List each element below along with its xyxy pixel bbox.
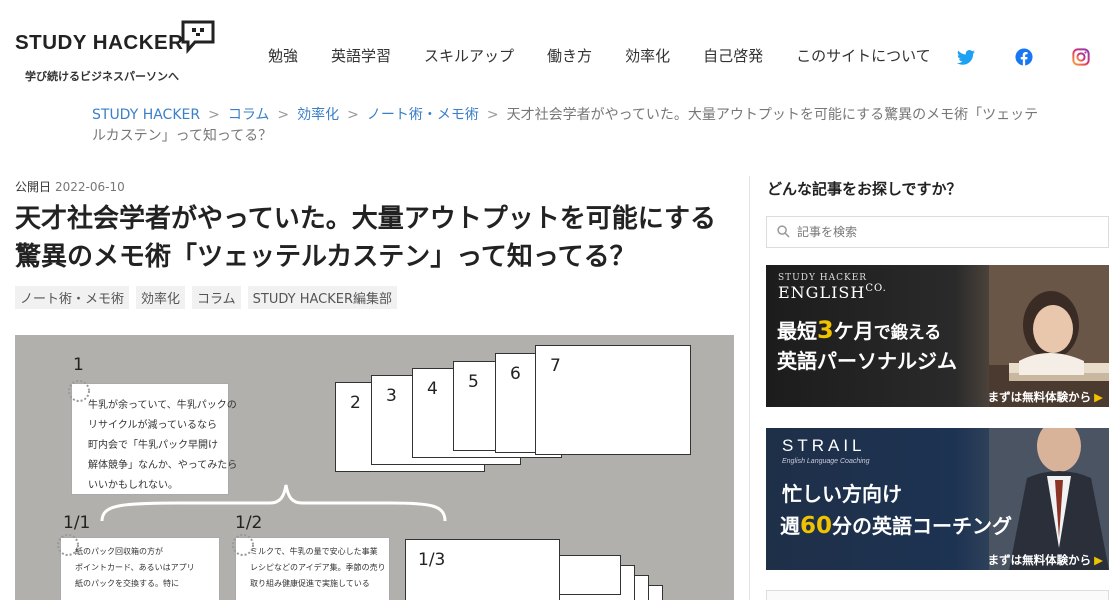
person-photo xyxy=(989,265,1109,407)
breadcrumb-column[interactable]: コラム xyxy=(228,107,270,123)
next-banner[interactable] xyxy=(766,590,1109,600)
breadcrumb-separator: > xyxy=(486,107,499,123)
site-tagline: 学び続けるビジネスパーソンへ xyxy=(25,70,179,83)
breadcrumb-note-method[interactable]: ノート術・メモ術 xyxy=(367,107,479,123)
tag-editorial[interactable]: STUDY HACKER編集部 xyxy=(247,286,398,309)
column-divider xyxy=(749,176,750,600)
nav-item-about[interactable]: このサイトについて xyxy=(796,45,931,66)
publish-date-value: 2022-06-10 xyxy=(55,180,125,194)
sidebar-search-title: どんな記事をお探しですか？ xyxy=(767,180,962,198)
hero-image: 2 3 4 5 6 7 1 牛乳が余っていて、牛乳パックの リサイクルが減ってい… xyxy=(15,335,734,600)
strail-banner[interactable]: STRAIL English Language Coaching 忙しい方向け … xyxy=(766,428,1109,570)
main-nav: 勉強 英語学習 スキルアップ 働き方 効率化 自己啓発 このサイトについて xyxy=(268,45,964,66)
search-input[interactable] xyxy=(797,217,1097,247)
play-arrow-icon: ▶ xyxy=(1094,553,1103,567)
breadcrumb-separator: > xyxy=(277,107,290,123)
article-tags: ノート術・メモ術 効率化 コラム STUDY HACKER編集部 xyxy=(15,286,404,309)
card-number: 3 xyxy=(386,386,397,406)
main-note-card: 牛乳が余っていて、牛乳パックの リサイクルが減っているなら 町内会で「牛乳パック… xyxy=(68,380,237,495)
facebook-icon xyxy=(1015,48,1033,66)
nav-item-work[interactable]: 働き方 xyxy=(547,45,592,66)
sidebar-search-box xyxy=(766,216,1109,248)
banner-subheadline: 英語パーソナルジム xyxy=(777,349,957,373)
handwritten-note: ミルクで、牛乳の量で安心した事業 レシピなどのアイデア集。季節の売り 取り組み健… xyxy=(250,547,386,588)
banner-cta: まずは無料体験から ▶ xyxy=(987,553,1103,567)
twitter-link[interactable] xyxy=(956,47,976,67)
tag-efficiency[interactable]: 効率化 xyxy=(136,286,186,309)
card-number: 4 xyxy=(427,379,438,399)
breadcrumb-separator: > xyxy=(347,107,359,123)
person-photo xyxy=(989,428,1109,570)
search-icon xyxy=(777,225,790,238)
breadcrumb-efficiency[interactable]: 効率化 xyxy=(297,107,339,123)
handwritten-note: 牛乳が余っていて、牛乳パックの リサイクルが減っているなら 町内会で「牛乳パック… xyxy=(88,400,238,491)
nav-item-self-development[interactable]: 自己啓発 xyxy=(703,45,763,66)
banner-cta: まずは無料体験から ▶ xyxy=(987,390,1103,404)
label-1-2: 1/2 xyxy=(235,513,263,533)
card-number: 6 xyxy=(510,364,521,384)
nav-item-study[interactable]: 勉強 xyxy=(268,45,298,66)
nav-item-skillup[interactable]: スキルアップ xyxy=(424,45,514,66)
facebook-link[interactable] xyxy=(1014,47,1034,67)
card-number: 2 xyxy=(350,393,361,413)
sub-note-card: ミルクで、牛乳の量で安心した事業 レシピなどのアイデア集。季節の売り 取り組み健… xyxy=(232,534,390,600)
breadcrumb-separator: > xyxy=(208,107,220,123)
english-company-banner[interactable]: STUDY HACKER ENGLISHCO. 最短3ケ月で鍛える 英語パーソナ… xyxy=(766,265,1109,407)
instagram-link[interactable] xyxy=(1071,47,1091,67)
handwritten-note: 紙のパック回収箱の方が ポイントカード、あるいはアプリ 紙のパックを交換する。特… xyxy=(75,547,195,588)
instagram-icon xyxy=(1072,48,1090,66)
brace-icon xyxy=(100,484,447,522)
play-arrow-icon: ▶ xyxy=(1094,390,1103,404)
banner-headline: 忙しい方向け xyxy=(782,482,902,506)
speech-bubble-icon xyxy=(181,20,215,54)
breadcrumb: STUDY HACKER > コラム > 効率化 > ノート術・メモ術 > 天才社会学者がやって… xyxy=(92,105,1042,147)
label-1-1: 1/1 xyxy=(63,513,91,533)
card-number: 7 xyxy=(550,356,561,376)
banner-brand: STRAIL xyxy=(782,436,866,455)
logo-text: STUDY HACKER xyxy=(15,31,184,54)
nav-item-efficiency[interactable]: 効率化 xyxy=(625,45,670,66)
tag-note-method[interactable]: ノート術・メモ術 xyxy=(15,286,130,309)
banner-small-brand: STUDY HACKER xyxy=(778,273,868,283)
publish-date-label: 公開日 xyxy=(15,180,52,194)
tag-column[interactable]: コラム xyxy=(192,286,241,309)
article-title: 天才社会学者がやっていた。大量アウトプットを可能にする驚異のメモ術「ツェッテルカ… xyxy=(15,204,716,272)
publish-date: 公開日 2022-06-10 xyxy=(15,178,125,195)
twitter-icon xyxy=(957,49,975,65)
banner-headline: 最短3ケ月で鍛える xyxy=(777,316,942,344)
label-1: 1 xyxy=(73,355,84,375)
nav-item-english[interactable]: 英語学習 xyxy=(331,45,391,66)
banner-brand: ENGLISHCO. xyxy=(778,283,887,302)
sub-note-card: 紙のパック回収箱の方が ポイントカード、あるいはアプリ 紙のパックを交換する。特… xyxy=(57,534,220,600)
banner-subheadline: 週60分の英語コーチング xyxy=(780,513,1013,539)
note-card: 1/3 xyxy=(405,539,560,600)
card-number: 5 xyxy=(468,372,479,392)
site-logo[interactable]: STUDY HACKER 学び続けるビジネスパーソンへ xyxy=(15,20,215,90)
note-card: 7 xyxy=(535,345,691,455)
label-1-3: 1/3 xyxy=(418,550,446,570)
breadcrumb-home[interactable]: STUDY HACKER xyxy=(92,107,200,123)
banner-subtitle: English Language Coaching xyxy=(782,458,870,465)
